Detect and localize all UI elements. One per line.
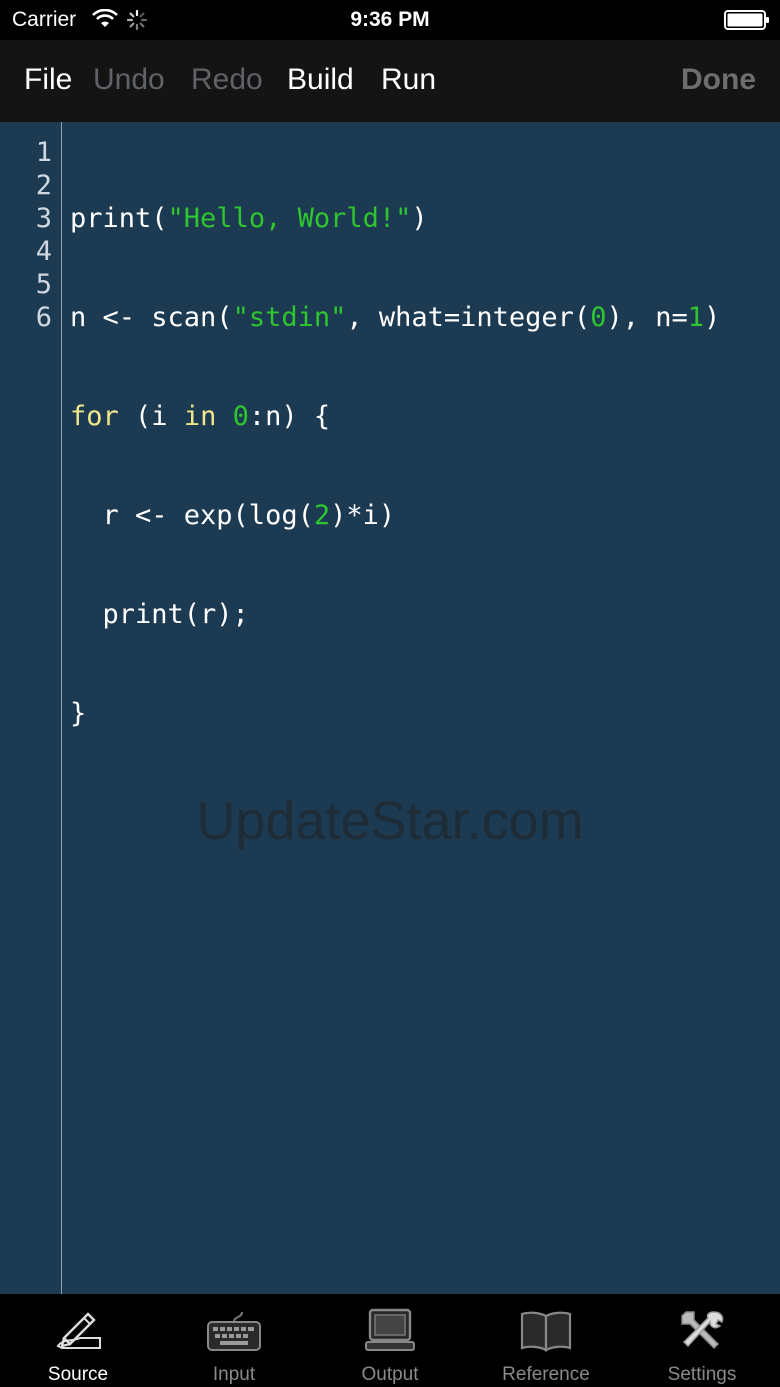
code-line[interactable]: r <- exp(log(2)*i) xyxy=(70,499,720,532)
tab-reference[interactable]: Reference xyxy=(468,1294,624,1387)
line-number: 6 xyxy=(35,302,52,333)
tab-label: Output xyxy=(361,1364,419,1385)
code-line[interactable]: for (i in 0:n) { xyxy=(70,400,720,433)
keyboard-icon xyxy=(207,1311,261,1351)
line-number: 4 xyxy=(35,236,52,267)
redo-button[interactable]: Redo xyxy=(191,63,263,97)
tab-settings[interactable]: Settings xyxy=(624,1294,780,1387)
line-number: 3 xyxy=(35,203,52,234)
line-number: 1 xyxy=(35,137,52,168)
line-number: 2 xyxy=(35,170,52,201)
line-number-gutter: 1 2 3 4 5 6 xyxy=(0,136,52,334)
tab-output[interactable]: Output xyxy=(312,1294,468,1387)
tab-label: Reference xyxy=(502,1364,590,1385)
code-text[interactable]: print("Hello, World!") n <- scan("stdin"… xyxy=(70,136,720,796)
tab-bar: Source Input Output Reference Settings xyxy=(0,1294,780,1387)
editor-toolbar: File Undo Redo Build Run Done xyxy=(0,40,780,122)
code-line[interactable]: } xyxy=(70,697,720,730)
pen-icon xyxy=(56,1312,101,1349)
book-icon xyxy=(520,1311,572,1352)
tab-label: Source xyxy=(47,1364,109,1385)
file-button[interactable]: File xyxy=(24,63,72,97)
code-line[interactable]: print(r); xyxy=(70,598,720,631)
tools-icon xyxy=(681,1311,724,1350)
tab-label: Settings xyxy=(667,1364,737,1385)
watermark: UpdateStar.com xyxy=(196,791,584,851)
gutter-divider xyxy=(61,122,62,1294)
done-button[interactable]: Done xyxy=(681,63,756,97)
undo-button[interactable]: Undo xyxy=(93,63,165,97)
tab-source[interactable]: Source xyxy=(0,1294,156,1387)
battery-icon xyxy=(724,10,769,30)
code-line[interactable]: print("Hello, World!") xyxy=(70,202,720,235)
line-number: 5 xyxy=(35,269,52,300)
build-button[interactable]: Build xyxy=(287,63,354,97)
tab-input[interactable]: Input xyxy=(156,1294,312,1387)
code-editor[interactable]: 1 2 3 4 5 6 print("Hello, World!") n <- … xyxy=(0,122,780,1294)
clock: 9:36 PM xyxy=(350,8,430,31)
status-bar: Carrier 9:36 PM xyxy=(0,0,780,40)
computer-icon xyxy=(365,1308,415,1351)
tab-label: Input xyxy=(212,1364,256,1385)
run-button[interactable]: Run xyxy=(381,63,436,97)
code-line[interactable]: n <- scan("stdin", what=integer(0), n=1) xyxy=(70,301,720,334)
